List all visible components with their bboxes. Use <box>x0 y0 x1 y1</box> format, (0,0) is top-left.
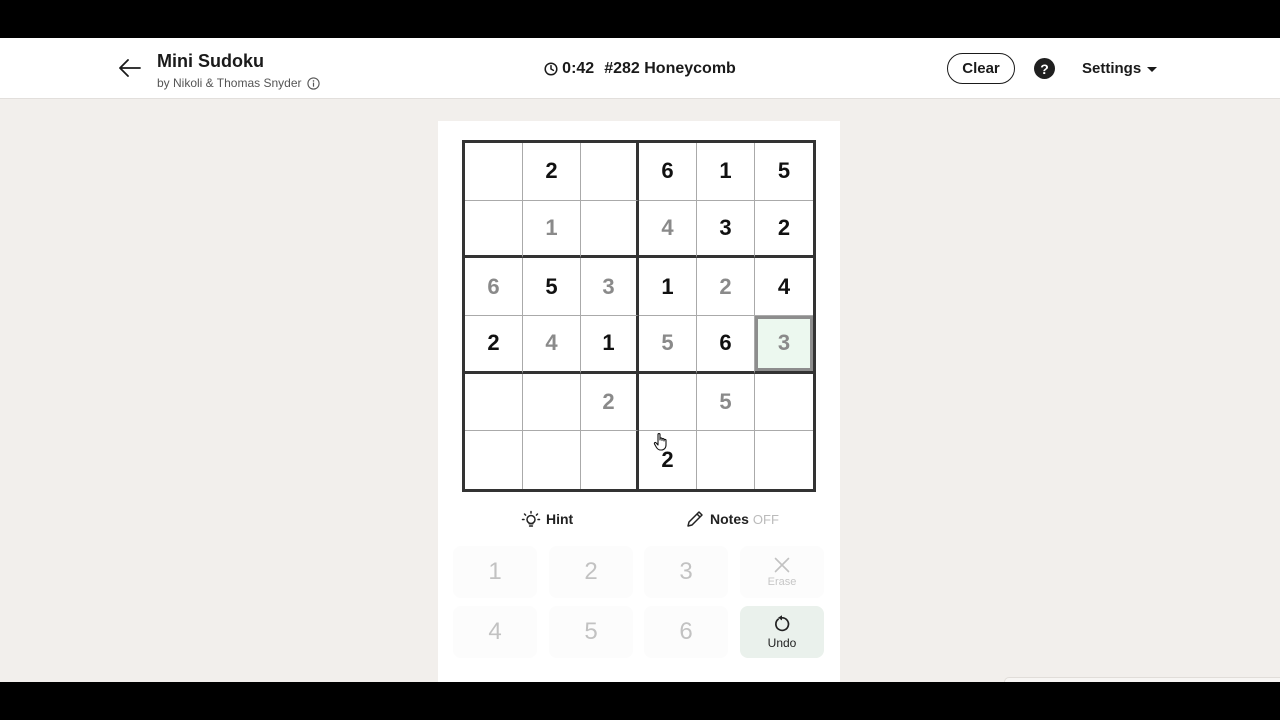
sudoku-cell[interactable] <box>755 373 813 432</box>
sudoku-cell[interactable]: 5 <box>523 258 581 316</box>
sudoku-grid: 26151432653124241563252 <box>462 140 816 492</box>
settings-dropdown[interactable]: Settings <box>1082 60 1158 77</box>
hint-button[interactable]: Hint <box>520 509 573 529</box>
sudoku-cell[interactable]: 6 <box>697 316 755 374</box>
erase-button[interactable]: Erase <box>740 546 824 598</box>
sudoku-cell[interactable]: 5 <box>697 373 755 432</box>
number-key-5[interactable]: 5 <box>549 606 633 658</box>
notes-label: Notes <box>710 511 749 527</box>
sudoku-cell[interactable]: 4 <box>639 200 697 259</box>
byline: by Nikoli & Thomas Snyder <box>157 76 320 90</box>
puzzle-name: #282 Honeycomb <box>604 60 736 77</box>
rotate-ccw-icon <box>775 615 790 632</box>
key-label: 3 <box>679 558 693 585</box>
sudoku-cell[interactable]: 6 <box>465 258 523 316</box>
hint-label: Hint <box>546 511 574 527</box>
sudoku-cell[interactable]: 2 <box>639 431 697 489</box>
sudoku-cell[interactable]: 3 <box>581 258 639 316</box>
sudoku-cell[interactable] <box>581 143 639 201</box>
byline-text: by Nikoli & Thomas Snyder <box>157 76 302 90</box>
key-label: 2 <box>584 558 598 585</box>
sudoku-cell[interactable]: 5 <box>755 143 813 201</box>
sudoku-cell[interactable] <box>581 431 639 489</box>
sudoku-cell[interactable] <box>465 431 523 489</box>
sudoku-cell[interactable]: 1 <box>581 316 639 374</box>
timer: 0:42 <box>562 60 595 77</box>
sudoku-cell[interactable]: 2 <box>581 373 639 432</box>
sudoku-cell[interactable]: 2 <box>523 143 581 201</box>
help-icon: ? <box>1040 60 1049 77</box>
info-icon[interactable] <box>306 76 320 90</box>
notes-toggle[interactable]: Notes OFF <box>685 509 779 529</box>
number-pad: 1 2 3 Erase 4 5 6 Undo <box>453 546 826 674</box>
top-bar: Mini Sudoku by Nikoli & Thomas Snyder 0:… <box>0 38 1280 99</box>
sudoku-cell[interactable] <box>523 431 581 489</box>
sudoku-cell[interactable]: 2 <box>755 200 813 259</box>
game-panel: 26151432653124241563252 Hint Notes OFF 1… <box>438 121 840 682</box>
sudoku-cell[interactable]: 4 <box>523 316 581 374</box>
number-key-6[interactable]: 6 <box>644 606 728 658</box>
sudoku-cell[interactable]: 2 <box>465 316 523 374</box>
key-label: 4 <box>488 618 502 645</box>
sudoku-cell[interactable] <box>581 200 639 259</box>
number-key-3[interactable]: 3 <box>644 546 728 598</box>
sudoku-cell[interactable] <box>639 373 697 432</box>
clock-icon <box>544 62 558 76</box>
sudoku-cell[interactable]: 4 <box>755 258 813 316</box>
sudoku-cell[interactable] <box>465 200 523 259</box>
page: Mini Sudoku by Nikoli & Thomas Snyder 0:… <box>0 38 1280 682</box>
sudoku-cell[interactable] <box>523 373 581 432</box>
key-label: 1 <box>488 558 502 585</box>
chevron-down-icon <box>1147 67 1158 72</box>
bottom-tab-edge <box>1004 677 1280 682</box>
lightbulb-icon <box>521 510 541 527</box>
undo-label: Undo <box>767 636 797 650</box>
number-key-1[interactable]: 1 <box>453 546 537 598</box>
sudoku-cell[interactable] <box>465 373 523 432</box>
sudoku-cell[interactable]: 5 <box>639 316 697 374</box>
number-key-2[interactable]: 2 <box>549 546 633 598</box>
notes-state: OFF <box>752 511 779 527</box>
sudoku-cell[interactable]: 3 <box>697 200 755 259</box>
sudoku-cell[interactable] <box>465 143 523 201</box>
sudoku-cell[interactable] <box>697 431 755 489</box>
erase-label: Erase <box>767 576 797 588</box>
help-button[interactable]: ? <box>1034 58 1055 79</box>
sudoku-cell-selected[interactable]: 3 <box>755 316 813 374</box>
number-key-4[interactable]: 4 <box>453 606 537 658</box>
settings-label: Settings <box>1082 60 1142 77</box>
sudoku-cell[interactable]: 1 <box>523 200 581 259</box>
key-label: 6 <box>679 618 693 645</box>
sudoku-cell[interactable] <box>755 431 813 489</box>
sudoku-cell[interactable]: 1 <box>639 258 697 316</box>
undo-button[interactable]: Undo <box>740 606 824 658</box>
tool-bar: Hint Notes OFF <box>438 509 840 533</box>
sudoku-cell[interactable]: 6 <box>639 143 697 201</box>
sudoku-cell[interactable]: 1 <box>697 143 755 201</box>
x-icon <box>774 557 790 573</box>
sudoku-cell[interactable]: 2 <box>697 258 755 316</box>
key-label: 5 <box>584 618 598 645</box>
pencil-icon <box>687 511 703 527</box>
clear-button[interactable]: Clear <box>947 53 1015 84</box>
